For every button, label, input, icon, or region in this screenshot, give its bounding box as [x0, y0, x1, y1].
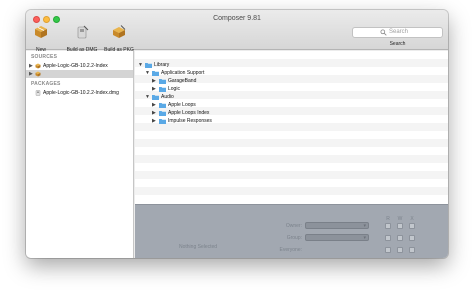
package-build-icon: [113, 25, 126, 38]
tree-stripe: [135, 155, 448, 163]
owner-label: Owner:: [285, 223, 302, 229]
source-item[interactable]: ▶ Apple-Logic-GB-10.2.2-Index: [26, 62, 133, 70]
composer-window: Composer 9.81 New Build as DMG Build as …: [26, 10, 448, 258]
sources-header: SOURCES: [31, 54, 58, 60]
everyone-execute-checkbox[interactable]: [409, 247, 415, 253]
tree-stripe: [135, 139, 448, 147]
folder-icon: [159, 119, 166, 124]
tree-row-library[interactable]: ▼ Library: [135, 61, 448, 69]
owner-read-checkbox[interactable]: [385, 223, 391, 229]
tree-stripe: [135, 147, 448, 155]
tree-row-label: Apple Loops Index: [168, 110, 210, 116]
source-item-selected[interactable]: ▶: [26, 70, 133, 78]
disclosure-closed-icon[interactable]: ▶: [152, 102, 156, 108]
tree-row-label: Apple Loops: [168, 102, 196, 108]
permissions-inspector: Nothing Selected R W X Owner: ▾ Group: ▾…: [135, 204, 448, 258]
source-package-icon: [35, 63, 41, 69]
owner-select[interactable]: ▾: [305, 222, 369, 229]
tree-row-impulse-responses[interactable]: ▶ Impulse Responses: [135, 117, 448, 125]
package-item-label: Apple-Logic-GB-10.2.2-Index.dmg: [43, 90, 119, 96]
new-button[interactable]: New: [30, 25, 52, 53]
folder-icon: [152, 95, 159, 100]
tree-row-application-support[interactable]: ▼ Application Support: [135, 69, 448, 77]
folder-icon: [152, 71, 159, 76]
folder-icon: [145, 63, 152, 68]
tree-row-label: Application Support: [161, 70, 205, 76]
chevron-down-icon: ▾: [363, 235, 366, 241]
tree-stripe: [135, 131, 448, 139]
disclosure-closed-icon[interactable]: ▶: [152, 110, 156, 116]
nothing-selected-text: Nothing Selected: [179, 244, 218, 250]
package-item[interactable]: Apple-Logic-GB-10.2.2-Index.dmg: [26, 89, 133, 97]
tree-row-apple-loops-index[interactable]: ▶ Apple Loops Index: [135, 109, 448, 117]
disclosure-closed-icon[interactable]: ▶: [152, 78, 156, 84]
group-write-checkbox[interactable]: [397, 235, 403, 241]
disclosure-open-icon[interactable]: ▼: [145, 70, 150, 76]
tree-stripe: [135, 171, 448, 179]
tree-row-audio[interactable]: ▼ Audio: [135, 93, 448, 101]
disclosure-open-icon[interactable]: ▼: [145, 94, 150, 100]
disclosure-open-icon[interactable]: ▼: [138, 62, 143, 68]
build-as-pkg-button[interactable]: Build as PKG: [102, 25, 136, 53]
tree-row-logic[interactable]: ▶ Logic: [135, 85, 448, 93]
tree-row-label: GarageBand: [168, 78, 197, 84]
tree-stripe: [135, 195, 448, 203]
write-column-header: W: [397, 216, 403, 222]
sidebar: SOURCES ▶ Apple-Logic-GB-10.2.2-Index ▶ …: [26, 51, 134, 258]
disclosure-triangle-icon[interactable]: ▶: [29, 71, 33, 77]
packages-header: PACKAGES: [31, 81, 61, 87]
everyone-read-checkbox[interactable]: [385, 247, 391, 253]
folder-icon: [159, 111, 166, 116]
read-column-header: R: [386, 216, 390, 222]
source-item-label: Apple-Logic-GB-10.2.2-Index: [43, 63, 108, 69]
search-placeholder: Search: [389, 29, 409, 35]
group-read-checkbox[interactable]: [385, 235, 391, 241]
folder-icon: [159, 103, 166, 108]
search-icon: [380, 29, 387, 36]
file-tree: ▼ Library ▼ Application Support ▶ Garage…: [135, 51, 448, 204]
everyone-write-checkbox[interactable]: [397, 247, 403, 253]
tree-stripe: [135, 179, 448, 187]
tree-stripe: [135, 51, 448, 59]
search-input[interactable]: Search: [352, 27, 443, 38]
toolbar: Composer 9.81 New Build as DMG Build as …: [26, 10, 448, 53]
everyone-label: Everyone:: [279, 247, 302, 253]
disclosure-closed-icon[interactable]: ▶: [152, 86, 156, 92]
tree-stripe: [135, 187, 448, 195]
owner-execute-checkbox[interactable]: [409, 223, 415, 229]
disk-image-icon: [35, 90, 41, 96]
group-select[interactable]: ▾: [305, 234, 369, 241]
tree-row-label: Impulse Responses: [168, 118, 212, 124]
folder-icon: [159, 87, 166, 92]
tree-row-garageband[interactable]: ▶ GarageBand: [135, 77, 448, 85]
disclosure-closed-icon[interactable]: ▶: [152, 118, 156, 124]
tree-row-apple-loops[interactable]: ▶ Apple Loops: [135, 101, 448, 109]
disclosure-triangle-icon[interactable]: ▶: [29, 63, 33, 69]
window-title: Composer 9.81: [213, 15, 261, 22]
source-package-icon: [35, 71, 41, 77]
tree-stripe: [135, 163, 448, 171]
group-label: Group:: [286, 235, 302, 241]
disk-image-icon: [77, 25, 89, 39]
build-as-dmg-button[interactable]: Build as DMG: [64, 25, 100, 53]
tree-row-label: Logic: [168, 86, 180, 92]
tree-row-label: Audio: [161, 94, 174, 100]
chevron-down-icon: ▾: [363, 223, 366, 229]
group-execute-checkbox[interactable]: [409, 235, 415, 241]
package-box-icon: [35, 26, 47, 38]
tree-row-label: Library: [154, 62, 170, 68]
search-label: Search: [389, 41, 406, 47]
folder-icon: [159, 79, 166, 84]
owner-write-checkbox[interactable]: [397, 223, 403, 229]
execute-column-header: X: [410, 216, 414, 222]
